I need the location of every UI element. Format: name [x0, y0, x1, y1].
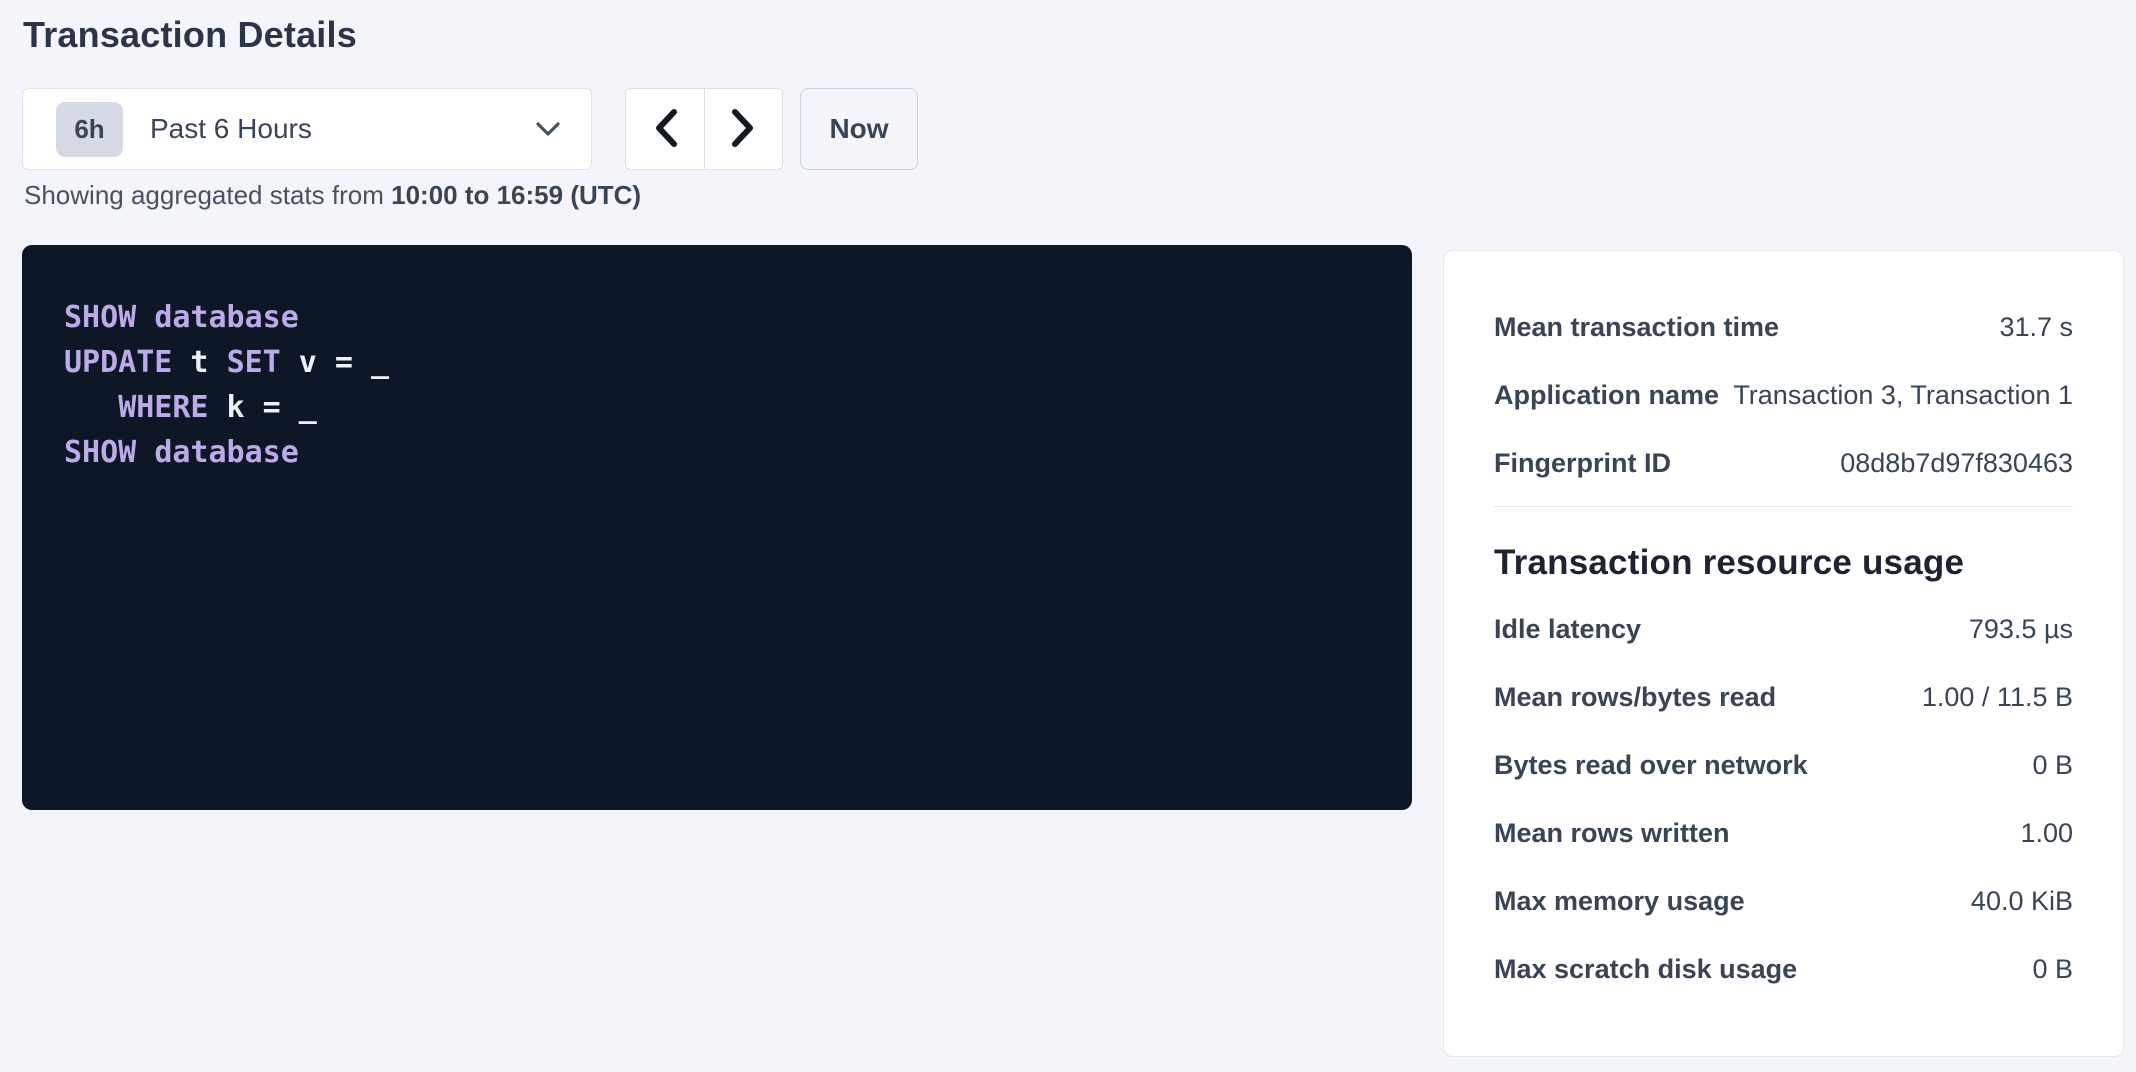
- sql-text-token: [136, 435, 154, 470]
- stat-label: Mean rows written: [1494, 818, 1730, 849]
- sql-text-token: t: [172, 345, 226, 380]
- transaction-details-page: Transaction Details 6h Past 6 Hours: [0, 0, 2136, 1072]
- next-time-button[interactable]: [704, 89, 782, 169]
- chevron-right-icon: [730, 107, 758, 152]
- now-button[interactable]: Now: [800, 88, 918, 170]
- aggregation-range-value: 10:00 to 16:59 (UTC): [391, 180, 641, 210]
- sql-line: WHERE k = _: [64, 385, 1370, 430]
- stat-label: Mean transaction time: [1494, 312, 1779, 343]
- stat-value: 08d8b7d97f830463: [1840, 448, 2073, 479]
- aggregation-range-text: Showing aggregated stats from 10:00 to 1…: [24, 180, 641, 211]
- sql-statements-box: SHOW databaseUPDATE t SET v = _ WHERE k …: [22, 245, 1412, 810]
- sql-keyword-token: SHOW: [64, 300, 136, 335]
- stat-row: Mean rows written 1.00: [1494, 799, 2073, 867]
- stat-label: Application name: [1494, 380, 1719, 411]
- stat-value: 793.5 µs: [1969, 614, 2073, 645]
- stat-label: Max scratch disk usage: [1494, 954, 1797, 985]
- stat-value: 1.00 / 11.5 B: [1922, 682, 2073, 713]
- stat-value: 0 B: [2032, 750, 2073, 781]
- stat-label: Idle latency: [1494, 614, 1641, 645]
- time-range-badge: 6h: [56, 102, 123, 157]
- sql-line: UPDATE t SET v = _: [64, 340, 1370, 385]
- chevron-left-icon: [651, 107, 679, 152]
- time-range-toolbar: 6h Past 6 Hours: [22, 88, 918, 170]
- stat-row: Mean rows/bytes read 1.00 / 11.5 B: [1494, 663, 2073, 731]
- stat-row: Bytes read over network 0 B: [1494, 731, 2073, 799]
- resource-rows: Idle latency 793.5 µs Mean rows/bytes read…: [1494, 595, 2073, 1003]
- stat-row: Mean transaction time 31.7 s: [1494, 293, 2073, 361]
- stat-value: 1.00: [2020, 818, 2073, 849]
- stat-label: Bytes read over network: [1494, 750, 1808, 781]
- transaction-summary-card: Mean transaction time 31.7 s Application n…: [1443, 250, 2124, 1057]
- sql-line: SHOW database: [64, 295, 1370, 340]
- previous-time-button[interactable]: [626, 89, 704, 169]
- stat-value: 0 B: [2032, 954, 2073, 985]
- sql-text-token: v = _: [281, 345, 389, 380]
- sql-keyword-token: UPDATE: [64, 345, 172, 380]
- page-title: Transaction Details: [23, 14, 357, 56]
- summary-rows: Mean transaction time 31.7 s Application n…: [1494, 293, 2073, 497]
- sql-keyword-token: SET: [227, 345, 281, 380]
- sql-text-token: k = _: [209, 390, 317, 425]
- stat-row: Idle latency 793.5 µs: [1494, 595, 2073, 663]
- sql-line: SHOW database: [64, 430, 1370, 475]
- sql-text-token: [136, 300, 154, 335]
- sql-keyword-token: SHOW: [64, 435, 136, 470]
- aggregation-range-prefix: Showing aggregated stats from: [24, 180, 391, 210]
- sql-text-token: [64, 390, 118, 425]
- stat-value: Transaction 3, Transaction 1: [1733, 380, 2073, 411]
- stat-row: Fingerprint ID 08d8b7d97f830463: [1494, 429, 2073, 497]
- time-range-dropdown[interactable]: 6h Past 6 Hours: [22, 88, 592, 170]
- sql-keyword-token: database: [154, 435, 299, 470]
- stat-row: Application name Transaction 3, Transacti…: [1494, 361, 2073, 429]
- sql-keyword-token: database: [154, 300, 299, 335]
- stat-value: 31.7 s: [1999, 312, 2073, 343]
- card-divider: [1494, 506, 2073, 507]
- chevron-down-icon: [535, 121, 561, 137]
- stat-label: Max memory usage: [1494, 886, 1745, 917]
- time-range-label: Past 6 Hours: [150, 113, 312, 145]
- resource-usage-heading: Transaction resource usage: [1494, 543, 2073, 583]
- sql-keyword-token: WHERE: [118, 390, 208, 425]
- stat-row: Max memory usage 40.0 KiB: [1494, 867, 2073, 935]
- stat-label: Mean rows/bytes read: [1494, 682, 1776, 713]
- stat-value: 40.0 KiB: [1971, 886, 2073, 917]
- time-step-button-group: [625, 88, 783, 170]
- stat-label: Fingerprint ID: [1494, 448, 1671, 479]
- stat-row: Max scratch disk usage 0 B: [1494, 935, 2073, 1003]
